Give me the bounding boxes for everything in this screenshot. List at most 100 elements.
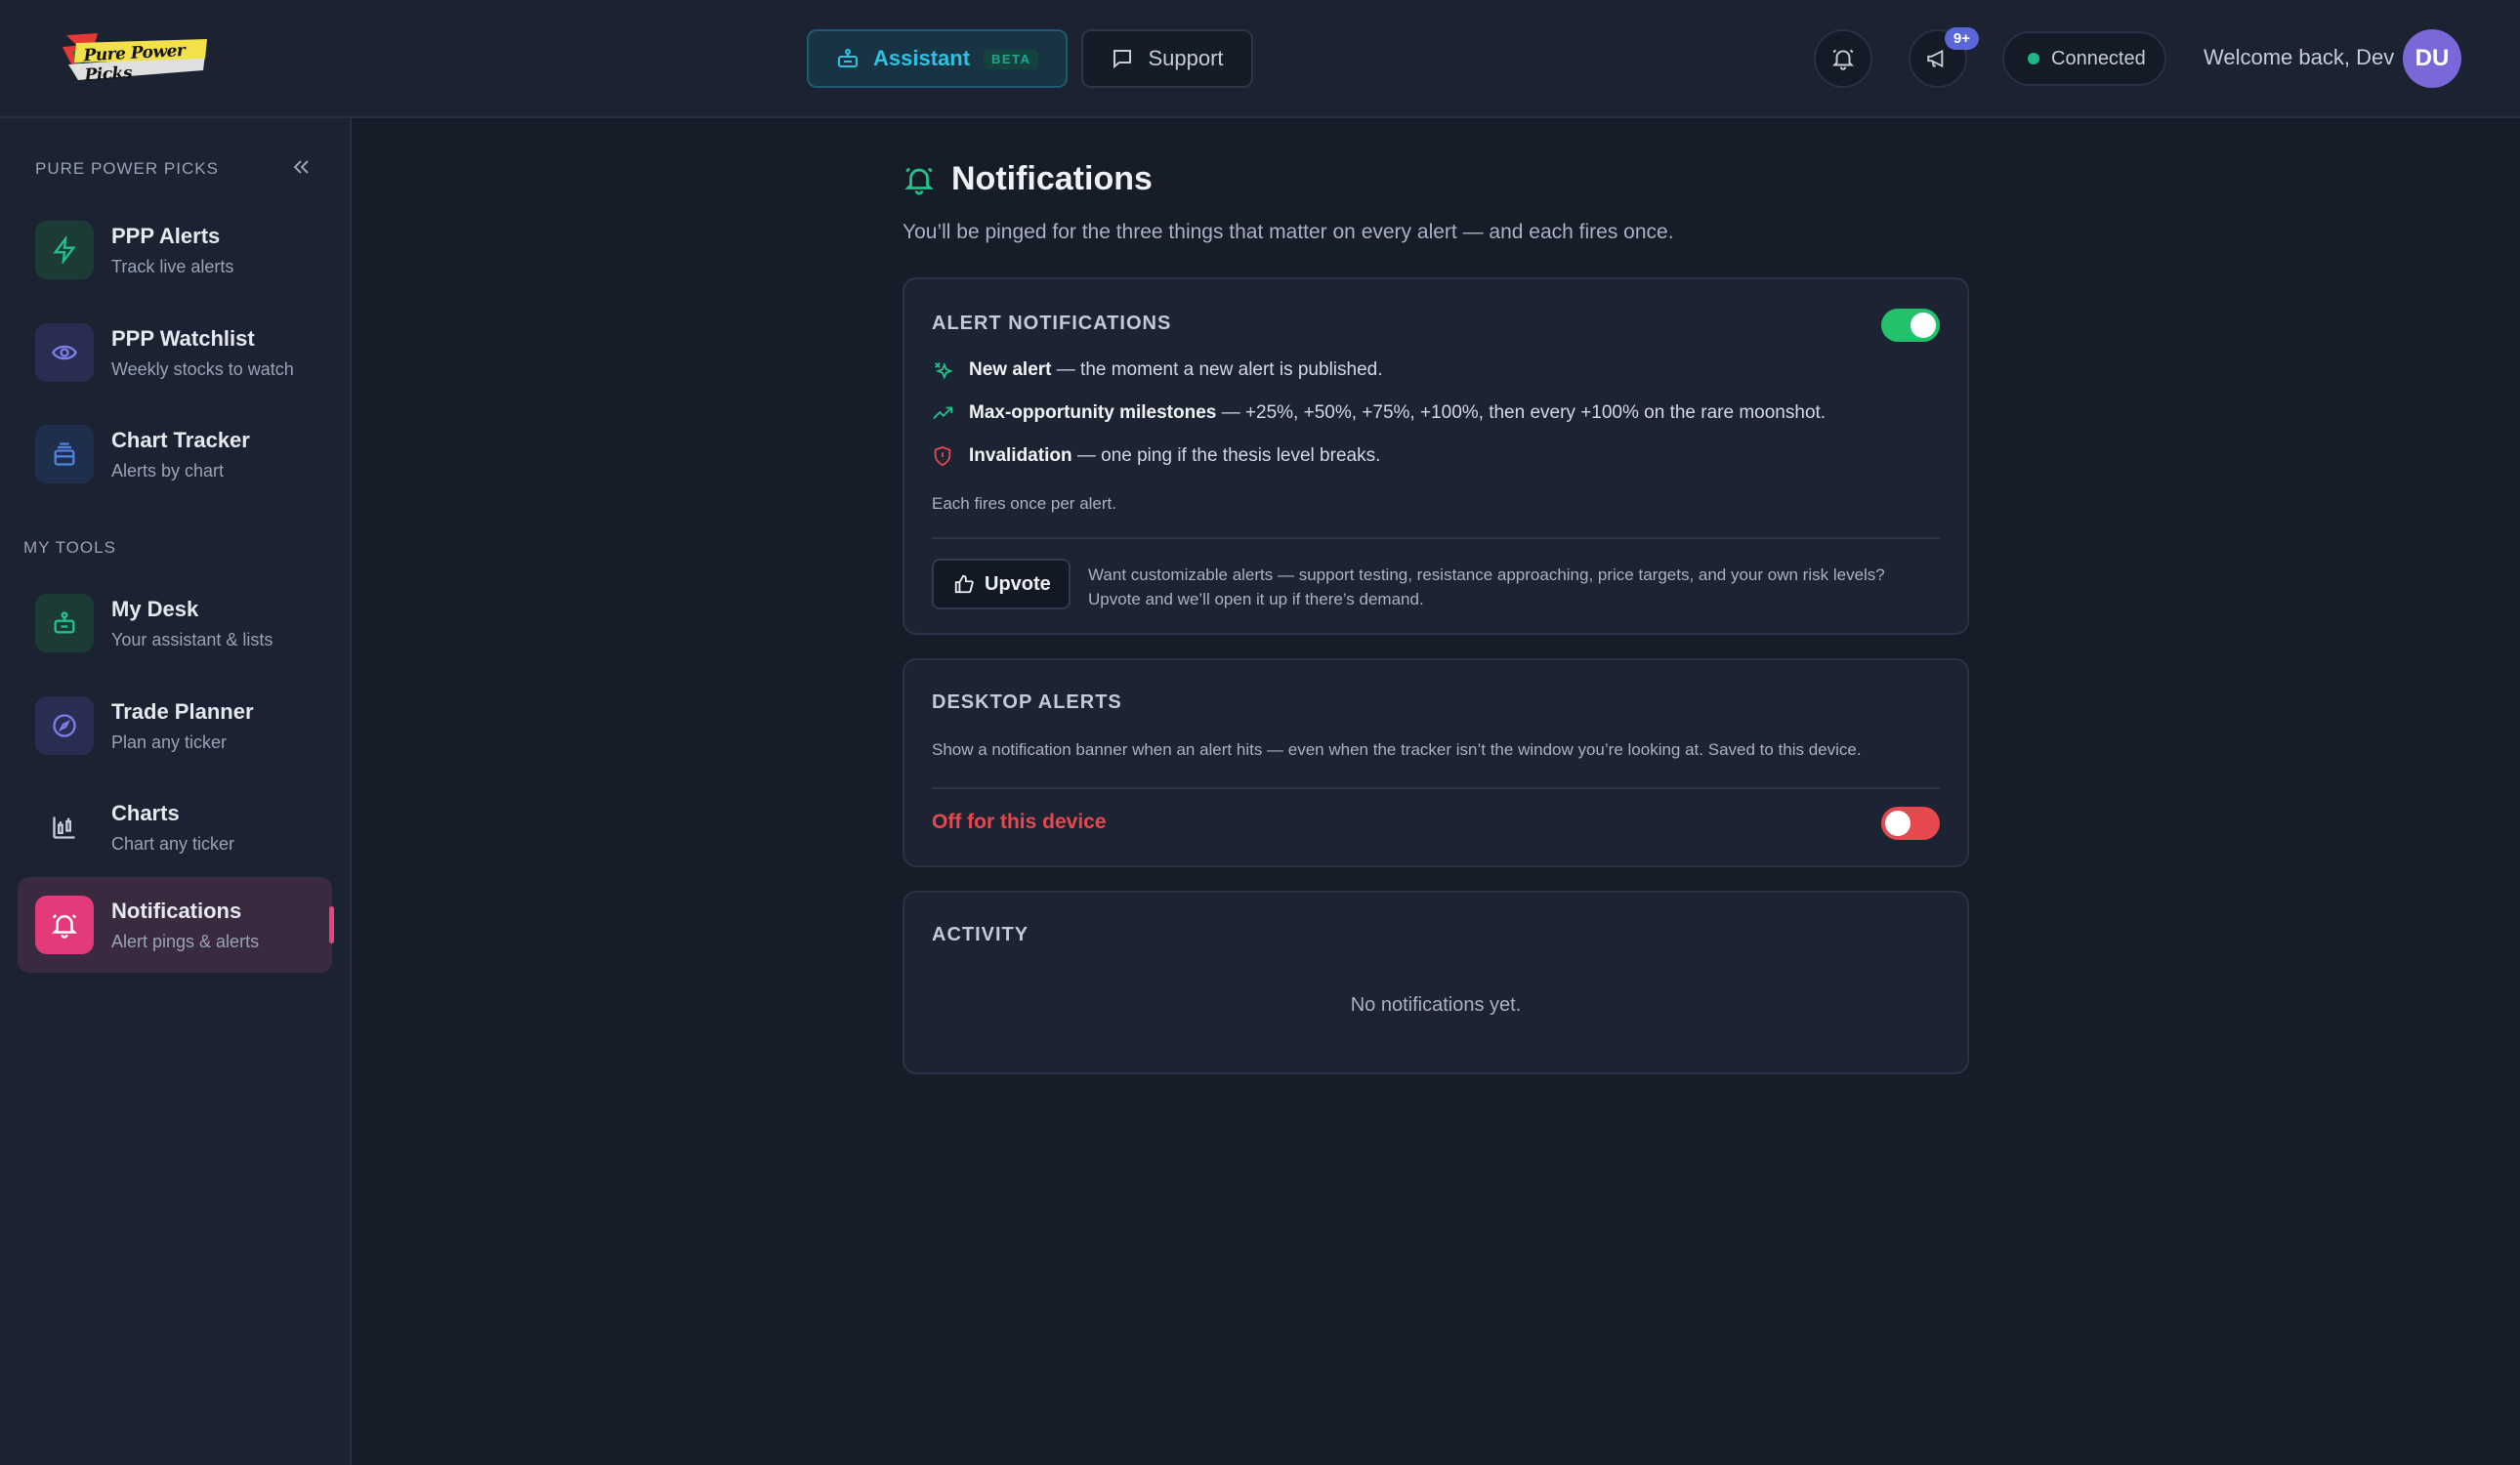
brand-logo[interactable]: Pure Power Picks bbox=[59, 29, 211, 86]
user-avatar[interactable]: DU bbox=[2403, 29, 2461, 88]
announcements-button[interactable]: 9+ bbox=[1909, 27, 1979, 88]
alert-notifications-toggle[interactable] bbox=[1881, 309, 1940, 342]
page-description: You’ll be pinged for the three things th… bbox=[903, 221, 1674, 243]
upvote-text-line-2: Upvote and we’ll open it up if there’s d… bbox=[1088, 590, 1424, 608]
card-title: ALERT NOTIFICATIONS bbox=[932, 313, 1172, 334]
feature-text: New alert — the moment a new alert is pu… bbox=[969, 359, 1383, 381]
activity-card: ACTIVITY No notifications yet. bbox=[903, 891, 1969, 1074]
sidebar: PURE POWER PICKS PPP Alerts Track live a… bbox=[0, 118, 352, 1465]
notifications-bell-button[interactable] bbox=[1814, 29, 1872, 88]
support-button[interactable]: Support bbox=[1081, 29, 1253, 88]
nav-icon-box bbox=[35, 696, 94, 755]
sidebar-item-charts[interactable]: Charts Chart any ticker bbox=[18, 779, 332, 875]
desktop-alerts-status: Off for this device bbox=[932, 811, 1107, 833]
robot-icon bbox=[54, 611, 75, 634]
nav-icon-box bbox=[35, 323, 94, 382]
feature-bold: Max-opportunity milestones bbox=[969, 402, 1217, 423]
beta-badge: BETA bbox=[984, 48, 1039, 69]
nav-subtitle: Alerts by chart bbox=[111, 461, 225, 481]
nav-icon-box bbox=[35, 896, 94, 954]
sparkle-icon bbox=[935, 362, 953, 380]
sidebar-item-ppp-alerts[interactable]: PPP Alerts Track live alerts bbox=[18, 202, 332, 298]
sidebar-heading: PURE POWER PICKS bbox=[35, 159, 219, 178]
top-nav: Assistant BETA Support bbox=[807, 29, 1253, 88]
card-title: ACTIVITY bbox=[932, 924, 1029, 945]
shield-alert-icon bbox=[934, 445, 951, 467]
upvote-button[interactable]: Upvote bbox=[932, 559, 1071, 609]
support-label: Support bbox=[1148, 46, 1224, 70]
card-divider bbox=[932, 787, 1940, 789]
feature-bold: New alert bbox=[969, 359, 1052, 380]
logo-text: Pure Power Picks bbox=[83, 40, 186, 86]
fires-once-note: Each fires once per alert. bbox=[932, 494, 1116, 513]
desktop-alerts-card: DESKTOP ALERTS Show a notification banne… bbox=[903, 658, 1969, 867]
top-bar: Pure Power Picks Assistant BETA Support … bbox=[0, 0, 2520, 118]
nav-icon-box bbox=[35, 425, 94, 483]
trending-up-icon bbox=[933, 406, 953, 420]
bell-icon bbox=[904, 167, 934, 195]
collapse-sidebar-button[interactable] bbox=[289, 155, 313, 184]
nav-icon-box bbox=[35, 798, 94, 857]
active-indicator bbox=[329, 906, 334, 943]
card-divider bbox=[932, 537, 1940, 539]
desktop-alerts-description: Show a notification banner when an alert… bbox=[932, 740, 1862, 759]
sidebar-item-trade-planner[interactable]: Trade Planner Plan any ticker bbox=[18, 678, 332, 774]
toggle-knob bbox=[1911, 313, 1936, 338]
candlestick-chart-icon bbox=[53, 816, 75, 839]
assistant-button[interactable]: Assistant BETA bbox=[807, 29, 1069, 88]
feature-text: Invalidation — one ping if the thesis le… bbox=[969, 445, 1380, 467]
feature-bold: Invalidation bbox=[969, 445, 1072, 466]
sidebar-item-notifications[interactable]: Notifications Alert pings & alerts bbox=[18, 877, 334, 973]
my-tools-heading: MY TOOLS bbox=[23, 538, 116, 557]
page-title: Notifications bbox=[951, 160, 1153, 197]
sidebar-item-ppp-watchlist[interactable]: PPP Watchlist Weekly stocks to watch bbox=[18, 305, 332, 400]
sidebar-item-my-desk[interactable]: My Desk Your assistant & lists bbox=[18, 575, 332, 671]
nav-subtitle: Your assistant & lists bbox=[111, 630, 273, 649]
nav-title: My Desk bbox=[111, 597, 199, 621]
nav-subtitle: Track live alerts bbox=[111, 257, 234, 276]
assistant-label: Assistant bbox=[873, 46, 971, 70]
nav-title: Charts bbox=[111, 801, 180, 825]
lightning-icon bbox=[53, 236, 76, 264]
thumbs-up-icon bbox=[954, 574, 974, 594]
nav-title: Trade Planner bbox=[111, 699, 254, 724]
compass-icon bbox=[53, 714, 76, 737]
connection-status: Connected bbox=[2002, 31, 2166, 86]
bell-icon bbox=[51, 914, 78, 939]
announcements-count-badge: 9+ bbox=[1944, 27, 1979, 50]
feature-milestones: Max-opportunity milestones — +25%, +50%,… bbox=[932, 402, 1826, 424]
chevrons-left-icon bbox=[293, 160, 309, 174]
nav-title: PPP Alerts bbox=[111, 224, 221, 248]
feature-desc: — +25%, +50%, +75%, +100%, then every +1… bbox=[1216, 402, 1827, 423]
status-text: Connected bbox=[2051, 47, 2146, 69]
status-dot bbox=[2028, 53, 2039, 64]
nav-icon-box bbox=[35, 594, 94, 652]
sidebar-item-chart-tracker[interactable]: Chart Tracker Alerts by chart bbox=[18, 406, 332, 502]
megaphone-icon bbox=[1927, 49, 1944, 68]
layers-icon bbox=[54, 442, 75, 466]
upvote-description: Want customizable alerts — support testi… bbox=[1088, 563, 1948, 611]
page-header: Notifications bbox=[903, 160, 1153, 198]
feature-invalidation: Invalidation — one ping if the thesis le… bbox=[932, 445, 1380, 467]
feature-new-alert: New alert — the moment a new alert is pu… bbox=[932, 359, 1383, 381]
nav-subtitle: Weekly stocks to watch bbox=[111, 359, 294, 379]
feature-text: Max-opportunity milestones — +25%, +50%,… bbox=[969, 402, 1826, 424]
upvote-text-line-1: Want customizable alerts — support testi… bbox=[1088, 565, 1885, 584]
desktop-alerts-toggle[interactable] bbox=[1881, 807, 1940, 840]
feature-desc: — one ping if the thesis level breaks. bbox=[1071, 445, 1381, 466]
nav-subtitle: Alert pings & alerts bbox=[111, 932, 260, 951]
card-title: DESKTOP ALERTS bbox=[932, 691, 1122, 713]
eye-icon bbox=[51, 345, 78, 360]
feature-desc: — the moment a new alert is published. bbox=[1051, 359, 1383, 380]
chat-icon bbox=[1113, 50, 1132, 69]
nav-title: PPP Watchlist bbox=[111, 326, 255, 351]
bell-icon bbox=[1831, 49, 1855, 70]
empty-state: No notifications yet. bbox=[1350, 994, 1522, 1016]
nav-subtitle: Chart any ticker bbox=[111, 834, 235, 854]
alert-notifications-card: ALERT NOTIFICATIONS New alert — the mome… bbox=[903, 277, 1969, 635]
nav-icon-box bbox=[35, 221, 94, 279]
nav-subtitle: Plan any ticker bbox=[111, 732, 228, 752]
welcome-text: Welcome back, Dev bbox=[2204, 45, 2395, 69]
nav-title: Chart Tracker bbox=[111, 428, 250, 452]
robot-icon bbox=[838, 49, 858, 67]
